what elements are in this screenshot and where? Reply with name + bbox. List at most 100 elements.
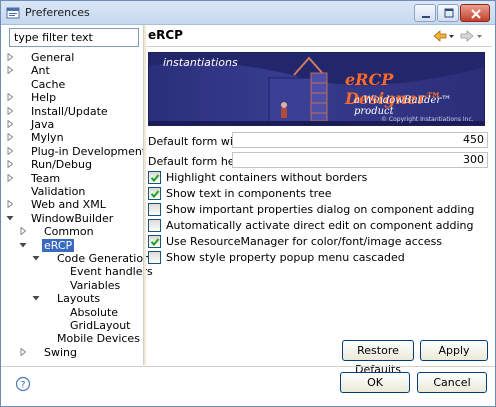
minimize-button[interactable] [414, 4, 436, 22]
maximize-icon [444, 8, 454, 18]
preferences-app-icon [6, 7, 20, 19]
tree-item-label: GridLayout [70, 319, 131, 332]
check-mark-icon [150, 190, 160, 198]
tree-item[interactable]: eRCP [1, 238, 141, 252]
option-label: Show important properties dialog on comp… [166, 203, 475, 216]
tree-item-label: Run/Debug [31, 158, 92, 172]
option-label: Highlight containers without borders [166, 171, 368, 184]
collapsed-twistie-icon[interactable] [6, 51, 15, 64]
title-separator [146, 46, 492, 47]
collapsed-twistie-icon[interactable] [6, 91, 15, 104]
unchecked-checkbox[interactable] [148, 251, 161, 264]
tree-item-label: Layouts [57, 292, 101, 306]
collapsed-twistie-icon[interactable] [6, 172, 15, 185]
tree-item[interactable]: Web and XML [1, 198, 141, 211]
tree-item-label: Java [31, 118, 55, 131]
option-checkbox-row[interactable]: Show text in components tree [148, 187, 478, 200]
back-dropdown-icon[interactable] [449, 35, 454, 38]
tree-item[interactable]: Swing [1, 346, 141, 359]
form-height-field[interactable]: 300 [232, 152, 488, 168]
collapsed-twistie-icon[interactable] [19, 225, 28, 238]
apply-button[interactable]: Apply [420, 340, 488, 361]
collapsed-twistie-icon[interactable] [6, 64, 15, 77]
option-checkbox-row[interactable]: Highlight containers without borders [148, 171, 478, 184]
help-icon[interactable]: ? [15, 376, 31, 392]
tree-item-label: Team [31, 171, 61, 185]
tree-item[interactable]: Mobile Devices [1, 332, 141, 345]
tree-item[interactable]: Help [1, 91, 141, 104]
tree-item-label: Mobile Devices [57, 332, 140, 346]
tree-item[interactable]: Cache [1, 78, 141, 91]
tree-item[interactable]: Ant [1, 64, 141, 77]
tree-item[interactable]: Install/Update [1, 105, 141, 118]
forward-arrow-icon[interactable] [460, 30, 474, 42]
collapsed-twistie-icon[interactable] [6, 145, 15, 158]
collapsed-twistie-icon[interactable] [6, 158, 15, 171]
preferences-window: Preferences GeneralAntCacheHelpInstall/U… [0, 0, 496, 407]
tree-item-label: Common [44, 225, 94, 239]
form-width-field[interactable]: 450 [232, 132, 488, 148]
dialog-client-area: GeneralAntCacheHelpInstall/UpdateJavaMyl… [1, 25, 495, 406]
tree-item-label: eRCP [42, 238, 75, 252]
tree-item-label: Cache [31, 77, 66, 91]
tree-item[interactable]: Java [1, 118, 141, 131]
expanded-twistie-icon[interactable] [32, 292, 41, 305]
collapsed-twistie-icon[interactable] [6, 198, 15, 211]
tree-item-label: Variables [70, 278, 121, 292]
tree-item[interactable]: Validation [1, 185, 141, 198]
tree-item[interactable]: Mylyn [1, 131, 141, 144]
page-title: eRCP [148, 28, 183, 42]
checked-checkbox[interactable] [148, 235, 161, 248]
collapsed-twistie-icon[interactable] [6, 118, 15, 131]
option-checkbox-row[interactable]: Automatically activate direct edit on co… [148, 219, 478, 232]
tree-item-label: Help [31, 91, 57, 105]
filter-input[interactable] [9, 28, 139, 47]
expanded-twistie-icon[interactable] [6, 212, 15, 225]
tree-item[interactable]: Run/Debug [1, 158, 141, 171]
copyright-text: © Copyright Instantiations Inc. [381, 116, 474, 123]
tree-item[interactable]: Variables [1, 279, 141, 292]
ok-button[interactable]: OK [340, 372, 410, 393]
product-banner: instantiations eRCP Designer™ a WindowBu… [148, 52, 485, 126]
tree-item-label: Swing [44, 345, 77, 359]
option-label: Use ResourceManager for color/font/image… [166, 235, 443, 248]
unchecked-checkbox[interactable] [148, 203, 161, 216]
tree-item-label: Install/Update [31, 104, 108, 118]
option-label: Show style property popup menu cascaded [166, 251, 405, 264]
checked-checkbox[interactable] [148, 187, 161, 200]
tree-item[interactable]: Absolute [1, 306, 141, 319]
footer-separator [1, 366, 495, 367]
tree-item[interactable]: Code Generation [1, 252, 150, 265]
unchecked-checkbox[interactable] [148, 219, 161, 232]
expanded-twistie-icon[interactable] [19, 239, 28, 252]
tree-item[interactable]: Common [1, 225, 141, 238]
collapsed-twistie-icon[interactable] [19, 346, 28, 359]
tree-item[interactable]: Team [1, 172, 141, 185]
preference-tree[interactable]: General Ant Cache Help Install/Update Java Myl… [1, 49, 153, 387]
forward-dropdown-icon[interactable] [477, 35, 482, 38]
collapsed-twistie-icon[interactable] [6, 131, 15, 144]
tree-item[interactable]: GridLayout [1, 319, 141, 332]
restore-defaults-button[interactable]: Restore Defaults [342, 340, 414, 376]
option-checkbox-row[interactable]: Show important properties dialog on comp… [148, 203, 478, 216]
expanded-twistie-icon[interactable] [32, 252, 41, 265]
option-checkbox-row[interactable]: Show style property popup menu cascaded [148, 251, 478, 264]
collapsed-twistie-icon[interactable] [6, 105, 15, 118]
option-checkbox-row[interactable]: Use ResourceManager for color/font/image… [148, 235, 478, 248]
tree-item[interactable]: Layouts [1, 292, 141, 305]
checked-checkbox[interactable] [148, 171, 161, 184]
back-arrow-icon[interactable] [433, 30, 447, 42]
tree-item[interactable]: General [1, 51, 141, 64]
tree-item[interactable]: Plug-in Development [1, 145, 146, 158]
tree-item-label: Validation [31, 185, 86, 198]
tree-item[interactable]: WindowBuilder [1, 212, 141, 225]
page-navigation [433, 30, 482, 42]
tree-sash[interactable] [143, 25, 146, 365]
title-bar[interactable]: Preferences [1, 1, 495, 25]
check-mark-icon [150, 238, 160, 246]
maximize-button[interactable] [437, 4, 459, 22]
option-label: Show text in components tree [166, 187, 332, 200]
cancel-button[interactable]: Cancel [417, 372, 487, 393]
tree-item[interactable]: Event handlers [1, 265, 153, 278]
close-button[interactable] [460, 4, 490, 22]
